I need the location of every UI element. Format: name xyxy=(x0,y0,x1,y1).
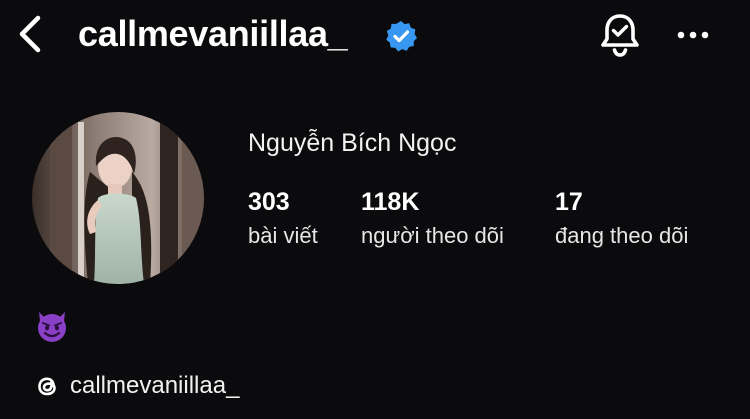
verified-badge-icon xyxy=(386,21,417,52)
profile-header: callmevaniillaa_ xyxy=(0,0,750,80)
followers-count: 118K xyxy=(361,188,420,216)
threads-icon xyxy=(38,377,56,396)
threads-profile-link[interactable]: callmevaniillaa_ xyxy=(32,368,239,404)
back-icon xyxy=(19,15,41,53)
following-count: 17 xyxy=(555,188,583,216)
posts-stat[interactable]: 303 bài viết xyxy=(248,187,318,251)
following-stat[interactable]: 17 đang theo dõi xyxy=(555,187,688,251)
profile-full-name: Nguyễn Bích Ngọc xyxy=(248,129,457,157)
notification-bell-icon xyxy=(601,14,639,57)
threads-handle: callmevaniillaa_ xyxy=(70,372,240,399)
more-options-icon xyxy=(677,31,709,39)
posts-label: bài viết xyxy=(248,223,318,248)
followers-label: người theo dõi xyxy=(361,223,504,248)
following-label: đang theo dõi xyxy=(555,223,689,248)
back-button[interactable] xyxy=(14,14,48,54)
followers-stat[interactable]: 118K người theo dõi xyxy=(361,187,504,251)
avatar-photo xyxy=(32,112,204,284)
more-options-button[interactable] xyxy=(672,20,714,50)
posts-count: 303 xyxy=(248,188,290,216)
notification-bell-button[interactable] xyxy=(598,12,642,58)
profile-username: callmevaniillaa_ xyxy=(78,13,348,54)
profile-avatar[interactable] xyxy=(32,112,204,284)
smiling-face-with-horns-icon xyxy=(38,312,66,342)
